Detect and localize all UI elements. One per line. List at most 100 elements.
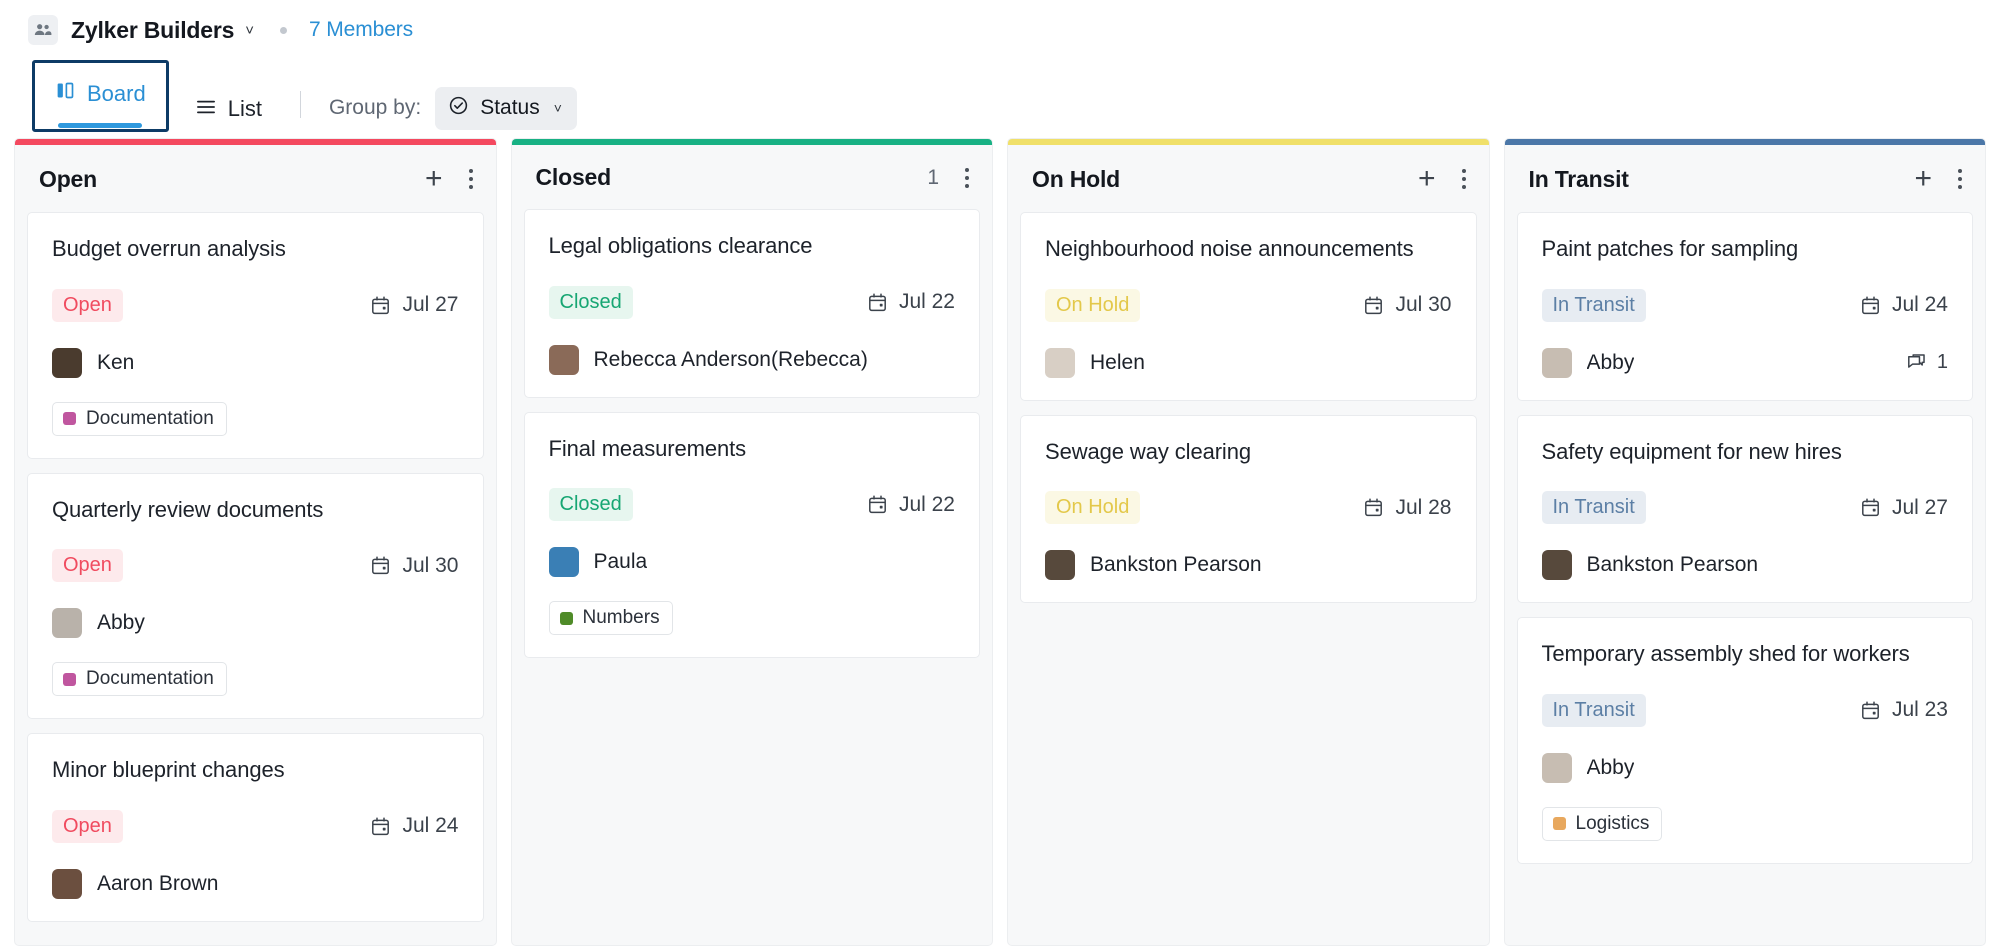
chevron-down-icon[interactable]: ˅: [245, 22, 254, 39]
tab-list[interactable]: List: [195, 87, 262, 122]
due-date: Jul 23: [1860, 698, 1948, 722]
tag-chip[interactable]: Documentation: [52, 401, 227, 436]
task-card[interactable]: Paint patches for sampling In Transit Ju…: [1516, 212, 1973, 401]
assignee[interactable]: Abby: [1541, 347, 1635, 378]
status-badge[interactable]: Open: [52, 549, 123, 582]
status-badge[interactable]: Closed: [548, 488, 633, 521]
column-menu-button[interactable]: [1460, 167, 1468, 191]
list-icon: [195, 96, 217, 122]
due-date: Jul 24: [370, 814, 459, 838]
column-card-count: 1: [927, 165, 939, 189]
status-badge[interactable]: Open: [52, 288, 123, 322]
assignee[interactable]: Bankston Pearson: [1045, 550, 1262, 580]
assignee[interactable]: Ken: [52, 347, 134, 378]
calendar-icon: [1860, 295, 1881, 316]
add-card-button[interactable]: +: [425, 164, 443, 194]
task-card[interactable]: Final measurements Closed Jul 22 Paula N…: [523, 411, 980, 658]
task-card[interactable]: Temporary assembly shed for workers In T…: [1516, 617, 1973, 864]
task-card[interactable]: Quarterly review documents Open Jul 30 A…: [27, 472, 484, 719]
tag-color-dot: [63, 412, 76, 425]
avatar: [1045, 347, 1075, 378]
status-badge[interactable]: In Transit: [1541, 491, 1646, 524]
avatar: [1045, 550, 1075, 580]
assignee-name: Abby: [97, 611, 145, 634]
task-title: Paint patches for sampling: [1541, 236, 1799, 261]
due-date-value: Jul 24: [1891, 293, 1948, 316]
assignee[interactable]: Helen: [1045, 347, 1145, 378]
assignee-name: Abby: [1586, 755, 1635, 779]
due-date: Jul 28: [1363, 496, 1452, 520]
tag-label: Documentation: [86, 668, 214, 689]
due-date-value: Jul 23: [1891, 698, 1948, 721]
kanban-column-onhold: On Hold + Neighbourhood noise announcemen…: [1007, 138, 1490, 946]
status-badge[interactable]: In Transit: [1541, 288, 1646, 322]
groupby-select[interactable]: Status ˅: [435, 86, 577, 130]
task-card[interactable]: Neighbourhood noise announcements On Hol…: [1020, 212, 1477, 401]
assignee[interactable]: Bankston Pearson: [1541, 550, 1758, 580]
tag-color-dot: [63, 672, 76, 686]
assignee[interactable]: Abby: [52, 608, 145, 638]
tag-chip[interactable]: Documentation: [52, 662, 227, 696]
tag-label: Logistics: [1575, 812, 1650, 834]
tag-chip[interactable]: Numbers: [548, 601, 673, 635]
task-card[interactable]: Minor blueprint changes Open Jul 24 Aaro…: [27, 733, 484, 922]
card-tags: Documentation: [52, 401, 459, 436]
groupby-value: Status: [480, 96, 540, 119]
assignee[interactable]: Rebecca Anderson(Rebecca): [548, 344, 868, 375]
task-title: Budget overrun analysis: [52, 236, 286, 261]
view-toolbar: Board List Group by: Status ˅: [0, 60, 2000, 138]
calendar-icon: [867, 292, 888, 313]
due-date: Jul 22: [867, 290, 955, 314]
add-card-button[interactable]: +: [1914, 164, 1932, 194]
add-card-button[interactable]: +: [1418, 164, 1436, 194]
kanban-board: Open + Budget overrun analysis Open Jul 2…: [0, 138, 2000, 946]
due-date-value: Jul 27: [1891, 495, 1948, 519]
column-menu-button[interactable]: [467, 167, 475, 191]
column-header-closed: Closed 1: [512, 145, 993, 209]
comment-count[interactable]: 1: [1906, 351, 1948, 374]
task-card[interactable]: Budget overrun analysis Open Jul 27 Ken: [27, 212, 484, 459]
tab-active-underline: [58, 123, 143, 128]
assignee-name: Paula: [593, 550, 648, 573]
column-menu-button[interactable]: [963, 166, 971, 190]
assignee[interactable]: Aaron Brown: [52, 868, 219, 899]
task-card[interactable]: Legal obligations clearance Closed Jul 2…: [523, 209, 980, 398]
tag-color-dot: [1552, 817, 1566, 830]
assignee[interactable]: Abby: [1541, 752, 1635, 783]
due-date: Jul 24: [1860, 293, 1948, 317]
board-icon: [55, 80, 76, 107]
tab-board[interactable]: Board: [55, 71, 146, 107]
comment-count-value: 1: [1936, 351, 1948, 373]
chevron-down-icon: ˅: [553, 100, 562, 116]
due-date: Jul 30: [1363, 293, 1452, 317]
task-card[interactable]: Sewage way clearing On Hold Jul 28 Banks…: [1020, 414, 1477, 603]
kanban-column-intransit: In Transit + Paint patches for sampling I…: [1503, 138, 1986, 946]
task-card[interactable]: Safety equipment for new hires In Transi…: [1516, 414, 1973, 603]
status-badge[interactable]: In Transit: [1541, 693, 1646, 727]
status-badge[interactable]: Closed: [548, 285, 633, 319]
column-menu-button[interactable]: [1956, 167, 1964, 191]
team-name: Zylker Builders: [71, 16, 235, 43]
tab-board-label: Board: [87, 80, 146, 106]
column-card-list-closed[interactable]: Legal obligations clearance Closed Jul 2…: [512, 209, 993, 945]
kanban-column-open: Open + Budget overrun analysis Open Jul 2…: [14, 138, 497, 946]
due-date-value: Jul 30: [402, 553, 459, 577]
assignee-name: Aaron Brown: [97, 871, 219, 895]
tag-label: Numbers: [582, 607, 660, 628]
avatar: [52, 868, 82, 899]
column-card-list-open[interactable]: Budget overrun analysis Open Jul 27 Ken: [15, 212, 496, 945]
members-link[interactable]: 7 Members: [309, 18, 413, 42]
assignee-name: Abby: [1586, 350, 1635, 374]
status-badge[interactable]: On Hold: [1045, 288, 1141, 322]
column-card-list-intransit[interactable]: Paint patches for sampling In Transit Ju…: [1505, 212, 1986, 945]
task-title: Minor blueprint changes: [52, 757, 285, 782]
due-date-value: Jul 24: [402, 814, 459, 837]
column-title: Closed: [535, 164, 612, 190]
status-badge[interactable]: Open: [52, 809, 123, 843]
due-date-value: Jul 27: [402, 293, 459, 316]
column-card-list-onhold[interactable]: Neighbourhood noise announcements On Hol…: [1008, 212, 1489, 945]
avatar: [548, 344, 579, 375]
status-badge[interactable]: On Hold: [1045, 491, 1141, 524]
assignee[interactable]: Paula: [548, 547, 648, 577]
tag-chip[interactable]: Logistics: [1541, 806, 1663, 841]
